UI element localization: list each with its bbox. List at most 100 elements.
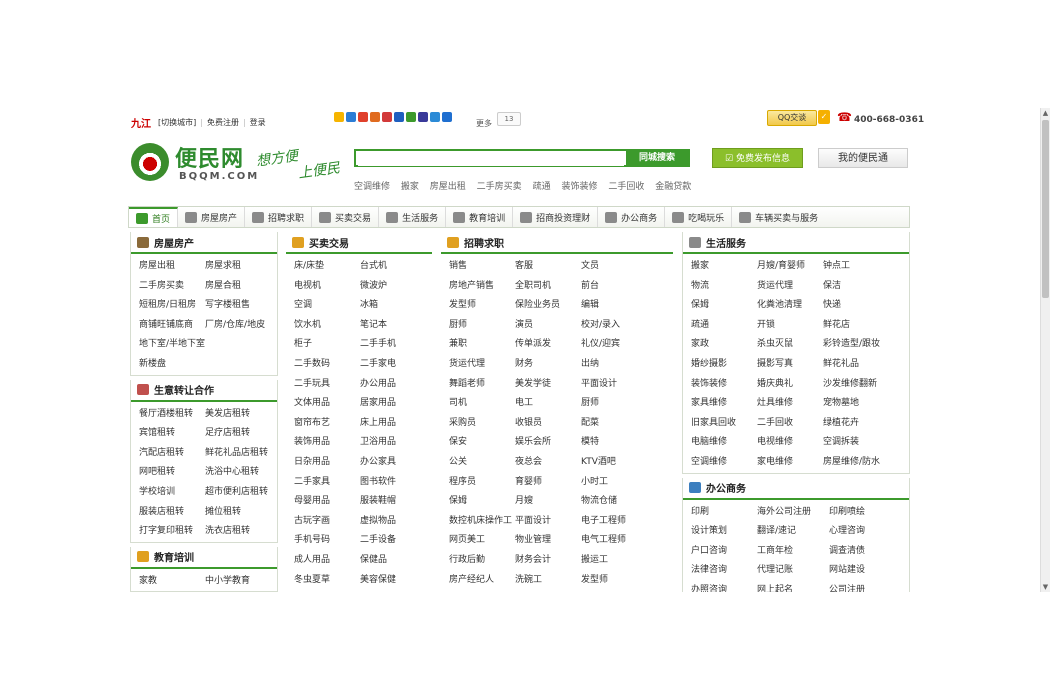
category-link[interactable]: 海外公司注册 xyxy=(757,503,829,523)
category-link[interactable]: 房产经纪人 xyxy=(449,571,515,591)
category-link[interactable]: 房屋求租 xyxy=(205,257,281,277)
category-link[interactable]: 翻译/速记 xyxy=(757,522,829,542)
category-link[interactable]: 收银员 xyxy=(515,414,581,434)
category-link[interactable]: 电子工程师 xyxy=(581,512,671,532)
category-link[interactable]: 写字楼租售 xyxy=(205,296,281,316)
category-link[interactable]: 二手房买卖 xyxy=(139,277,205,297)
category-link[interactable]: 司机 xyxy=(449,394,515,414)
category-link[interactable]: 厨师 xyxy=(449,316,515,336)
category-link[interactable]: 服装店租转 xyxy=(139,503,205,523)
category-link[interactable]: 装饰用品 xyxy=(294,433,360,453)
nav-home[interactable]: 首页 xyxy=(129,207,179,227)
category-link[interactable]: 编辑 xyxy=(581,296,671,316)
category-link[interactable]: 美发学徒 xyxy=(515,375,581,395)
scroll-down-arrow-icon[interactable]: ▼ xyxy=(1041,582,1050,592)
category-link[interactable]: 冰箱 xyxy=(360,296,434,316)
category-link[interactable]: 地下室/半地下室 xyxy=(139,335,205,355)
category-link[interactable]: 月嫂/育婴师 xyxy=(757,257,823,277)
category-link[interactable]: 房屋出租 xyxy=(139,257,205,277)
nav-jobs[interactable]: 招聘求职 xyxy=(245,207,313,227)
category-link[interactable]: 窗帘布艺 xyxy=(294,414,360,434)
category-link[interactable]: 月嫂 xyxy=(515,492,581,512)
category-link[interactable]: 婚庆典礼 xyxy=(757,375,823,395)
category-link[interactable]: 保洁 xyxy=(823,277,913,297)
category-link[interactable]: 家教 xyxy=(139,572,205,592)
category-link[interactable]: 房地产销售 xyxy=(449,277,515,297)
category-link[interactable]: 二手手机 xyxy=(360,335,434,355)
category-link[interactable]: 财务 xyxy=(515,355,581,375)
publish-button[interactable]: ☑ 免费发布信息 xyxy=(712,148,803,168)
category-link[interactable]: 保险业务员 xyxy=(515,296,581,316)
category-link[interactable]: 印刷喷绘 xyxy=(829,503,913,523)
nav-cars[interactable]: 车辆买卖与服务 xyxy=(732,207,825,227)
category-link[interactable]: 绿植花卉 xyxy=(823,414,913,434)
category-link[interactable]: 厂房/仓库/地皮 xyxy=(205,316,281,336)
category-link[interactable]: 办公用品 xyxy=(360,375,434,395)
category-link[interactable]: 采购员 xyxy=(449,414,515,434)
category-link[interactable]: 销售 xyxy=(449,257,515,277)
category-link[interactable]: 服装鞋帽 xyxy=(360,492,434,512)
category-link[interactable]: 调查清债 xyxy=(829,542,913,562)
nav-office[interactable]: 办公商务 xyxy=(598,207,666,227)
category-link[interactable]: 超市便利店租转 xyxy=(205,483,281,503)
category-link[interactable]: 网吧租转 xyxy=(139,463,205,483)
category-link[interactable]: 保姆 xyxy=(691,296,757,316)
category-link[interactable]: 冬虫夏草 xyxy=(294,571,360,591)
share-kaixin-icon[interactable] xyxy=(382,112,392,122)
category-link[interactable]: 饮水机 xyxy=(294,316,360,336)
category-link[interactable]: 公司注册 xyxy=(829,581,913,592)
category-link[interactable]: 学校培训 xyxy=(139,483,205,503)
category-link[interactable]: 发型师 xyxy=(581,571,671,591)
category-link[interactable]: 程序员 xyxy=(449,473,515,493)
category-link[interactable]: 货运代理 xyxy=(449,355,515,375)
category-link[interactable]: 空调 xyxy=(294,296,360,316)
category-link[interactable]: 笔记本 xyxy=(360,316,434,336)
category-link[interactable]: 宾馆租转 xyxy=(139,424,205,444)
category-link[interactable]: 兼职 xyxy=(449,335,515,355)
category-link[interactable]: 办公家具 xyxy=(360,453,434,473)
nav-life[interactable]: 生活服务 xyxy=(379,207,447,227)
category-link[interactable]: 母婴用品 xyxy=(294,492,360,512)
share-plus-icon[interactable] xyxy=(442,112,452,122)
hot-search-link[interactable]: 装饰装修 xyxy=(561,182,597,192)
category-link[interactable]: 二手家具 xyxy=(294,473,360,493)
category-link[interactable]: 开锁 xyxy=(757,316,823,336)
category-link[interactable]: 洗衣店租转 xyxy=(205,522,281,542)
category-link[interactable]: 工商年检 xyxy=(757,542,829,562)
nav-house[interactable]: 房屋房产 xyxy=(178,207,246,227)
category-link[interactable]: 日杂用品 xyxy=(294,453,360,473)
category-link[interactable]: 餐厅酒楼租转 xyxy=(139,405,205,425)
category-link[interactable]: 演员 xyxy=(515,316,581,336)
category-link[interactable]: 电视机 xyxy=(294,277,360,297)
category-link[interactable]: 保姆 xyxy=(449,492,515,512)
category-link[interactable]: 快递 xyxy=(823,296,913,316)
category-link[interactable]: 家具维修 xyxy=(691,394,757,414)
category-link[interactable]: 物业管理 xyxy=(515,531,581,551)
category-link[interactable]: 美容保健 xyxy=(360,571,434,591)
nav-education[interactable]: 教育培训 xyxy=(446,207,514,227)
category-link[interactable]: 二手数码 xyxy=(294,355,360,375)
category-link[interactable]: 新楼盘 xyxy=(139,355,205,375)
category-link[interactable]: 平面设计 xyxy=(581,375,671,395)
category-link[interactable]: 家电维修 xyxy=(757,453,823,473)
category-link[interactable]: 印刷 xyxy=(691,503,757,523)
category-link[interactable]: 小时工 xyxy=(581,473,671,493)
hot-search-link[interactable]: 空调维修 xyxy=(354,182,390,192)
category-link[interactable]: 网页美工 xyxy=(449,531,515,551)
category-link[interactable]: 客服 xyxy=(515,257,581,277)
qq-chat-button[interactable]: QQ交谈 xyxy=(767,110,817,126)
category-link[interactable]: 心理咨询 xyxy=(829,522,913,542)
scroll-up-arrow-icon[interactable]: ▲ xyxy=(1041,108,1050,118)
category-link[interactable]: 婚纱摄影 xyxy=(691,355,757,375)
share-qq-icon[interactable] xyxy=(418,112,428,122)
category-link[interactable]: 物流仓储 xyxy=(581,492,671,512)
category-link[interactable]: 搬运工 xyxy=(581,551,671,571)
category-link[interactable]: 打字复印租转 xyxy=(139,522,205,542)
scroll-thumb[interactable] xyxy=(1042,120,1049,298)
category-link[interactable]: 模特 xyxy=(581,433,671,453)
hot-search-link[interactable]: 搬家 xyxy=(401,182,419,192)
register-link[interactable]: 免费注册 xyxy=(207,118,239,127)
category-link[interactable]: 钟点工 xyxy=(823,257,913,277)
hot-search-link[interactable]: 房屋出租 xyxy=(430,182,466,192)
share-wechat-icon[interactable] xyxy=(430,112,440,122)
